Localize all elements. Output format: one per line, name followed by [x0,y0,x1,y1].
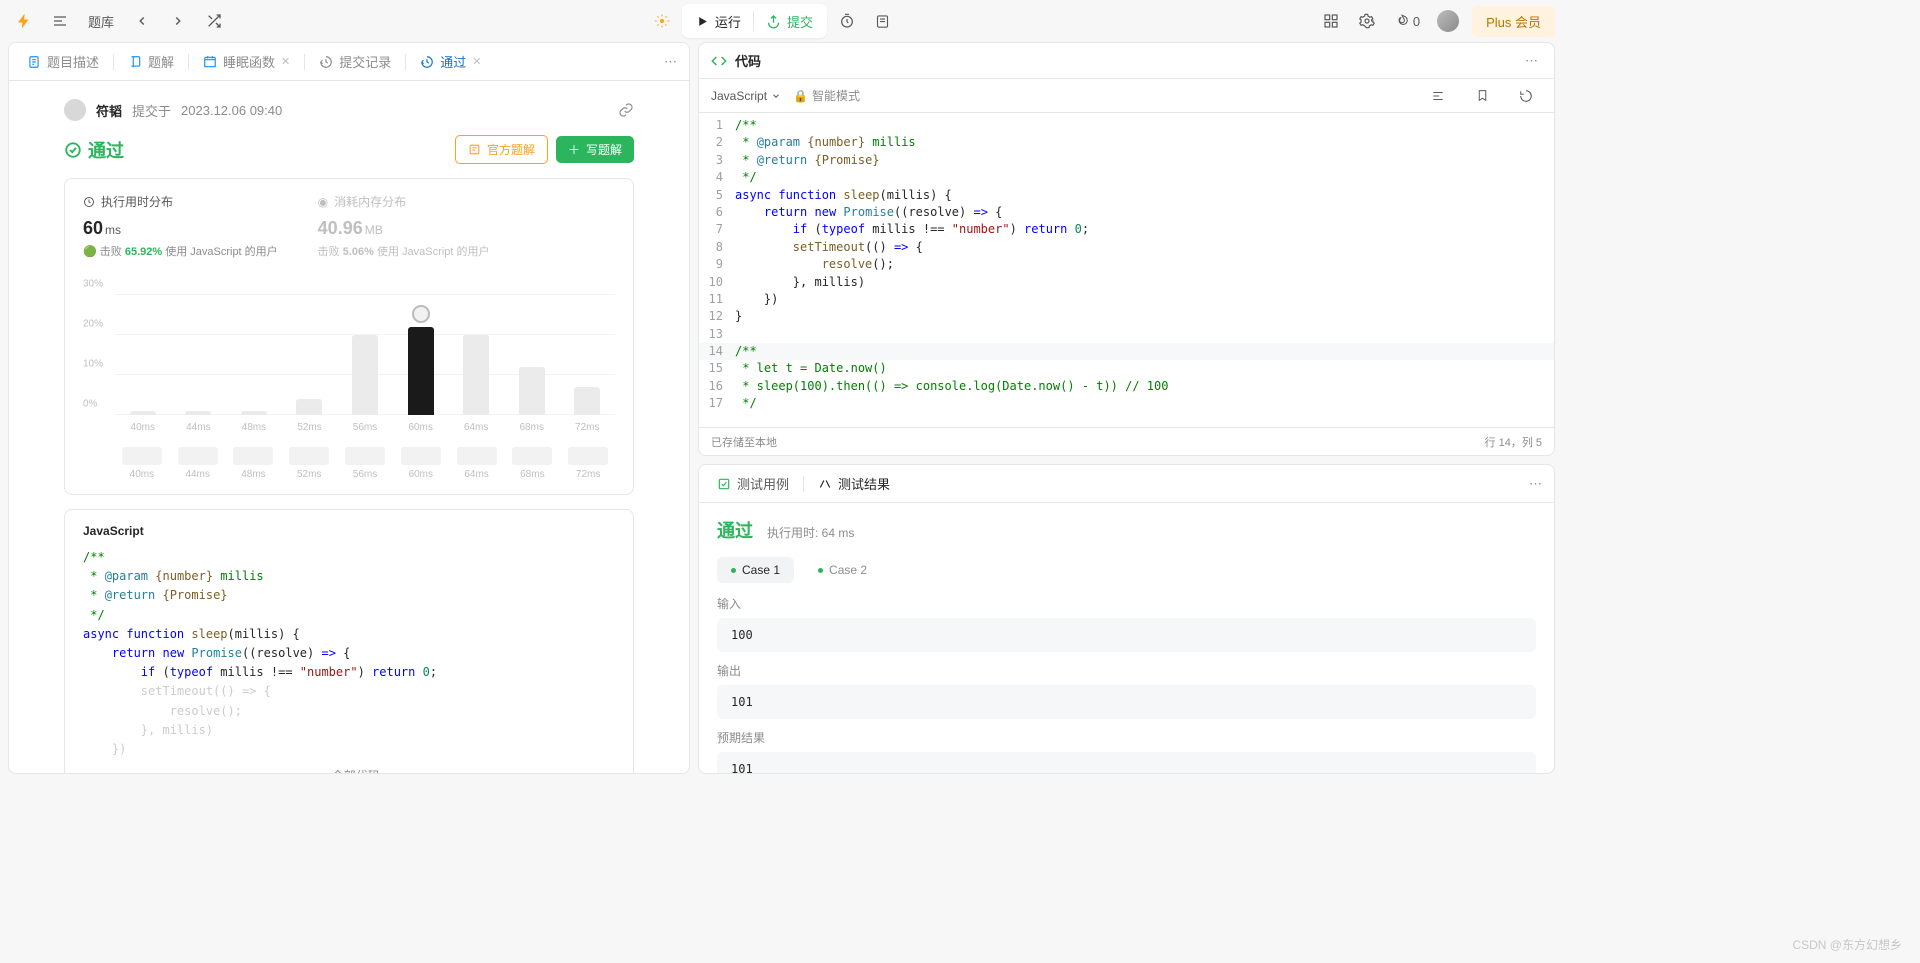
thumb[interactable]: 40ms [115,447,169,480]
more-icon[interactable]: ⋯ [660,50,681,74]
chart-bar[interactable] [408,327,434,415]
settings-icon[interactable] [1351,5,1383,37]
tab-testcases[interactable]: 测试用例 [707,465,799,503]
chart-bar[interactable] [574,387,600,415]
write-solution-button[interactable]: ＋ 写题解 [556,136,634,163]
chart-bar[interactable] [241,411,267,415]
case-tab[interactable]: Case 2 [804,557,881,583]
avatar[interactable] [1432,5,1464,37]
expand-code-button[interactable]: ⌄ 全部代码 [83,759,615,773]
tab-accepted[interactable]: 通过✕ [410,43,491,81]
logo-icon[interactable] [8,5,40,37]
close-icon[interactable]: ✕ [281,55,290,68]
distribution-card: 执行用时分布 60ms 🟢 击败 65.92% 使用 JavaScript 的用… [64,178,634,495]
username[interactable]: 符韬 [96,101,122,120]
streak-button[interactable]: 0 [1387,5,1428,37]
tab-problem[interactable]: 睡眠函数✕ [193,43,300,81]
close-icon[interactable]: ✕ [472,55,481,68]
left-body: 符韬 提交于 2023.12.06 09:40 通过 官方题解 ＋ 写题解 [9,81,689,773]
plus-badge[interactable]: Plus 会员 [1472,6,1555,37]
reset-icon[interactable] [1510,80,1542,112]
case-tab[interactable]: Case 1 [717,557,794,583]
timer-icon[interactable] [831,5,863,37]
code-preview-card: JavaScript /** * @param {number} millis … [64,509,634,773]
format-icon[interactable] [1422,80,1454,112]
thumb[interactable]: 56ms [338,447,392,480]
submission-header: 符韬 提交于 2023.12.06 09:40 [64,99,634,121]
chart-thumbnails: 40ms44ms48ms52ms56ms60ms64ms68ms72ms [115,447,615,480]
thumb[interactable]: 60ms [394,447,448,480]
saved-status: 已存储至本地 [711,434,777,450]
expected-value: 101 [717,752,1536,773]
user-avatar[interactable] [64,99,86,121]
next-problem-icon[interactable] [162,5,194,37]
memory-title: ◉ 消耗内存分布 [318,193,490,210]
code-lang-label: JavaScript [83,524,615,538]
cursor-pos: 行 14，列 5 [1485,434,1542,450]
top-bar: 题库 运行 提交 0 Plus 会员 [0,0,1563,42]
thumb[interactable]: 64ms [450,447,504,480]
left-panel: 题目描述 题解 睡眠函数✕ 提交记录 通过✕ ⋯ 符韬 提交于 2023.12.… [8,42,690,774]
input-label: 输入 [717,595,1536,612]
run-submit-pill: 运行 提交 [682,4,827,38]
memory-beat: 击败 5.06% 使用 JavaScript 的用户 [318,243,490,259]
runtime-value: 60 [83,218,103,238]
runtime-beat: 🟢 击败 65.92% 使用 JavaScript 的用户 [83,243,278,259]
run-button[interactable]: 运行 [684,6,753,36]
expected-label: 预期结果 [717,729,1536,746]
problems-link[interactable]: 题库 [80,5,122,37]
submit-time: 2023.12.06 09:40 [181,103,282,118]
chart-bar[interactable] [296,399,322,415]
left-tabstrip: 题目描述 题解 睡眠函数✕ 提交记录 通过✕ ⋯ [9,43,689,81]
submit-prefix: 提交于 [132,101,171,120]
chart-bar[interactable] [185,411,211,415]
layout-icon[interactable] [1315,5,1347,37]
toggle-sidebar-icon[interactable] [44,5,76,37]
code-panel: 代码 ⋯ JavaScript 🔒 智能模式 1/**2 * @param {n… [698,42,1555,456]
tab-submissions[interactable]: 提交记录 [309,43,401,81]
thumb[interactable]: 52ms [282,447,336,480]
bookmark-icon[interactable] [1466,80,1498,112]
tab-description[interactable]: 题目描述 [17,43,109,81]
thumb[interactable]: 72ms [561,447,615,480]
code-more-icon[interactable]: ⋯ [1521,49,1542,73]
result-more-icon[interactable]: ⋯ [1525,472,1546,496]
auto-mode[interactable]: 🔒 智能模式 [793,87,860,104]
chart-bar[interactable] [130,411,156,415]
tab-solution[interactable]: 题解 [118,43,184,81]
code-title: 代码 [711,51,761,70]
chart-bar[interactable] [463,335,489,415]
runtime-chart: 0%10%20%30%40ms44ms48ms52ms56ms60ms64ms6… [83,279,615,439]
thumb[interactable]: 68ms [505,447,559,480]
submit-button[interactable]: 提交 [754,6,825,36]
prev-problem-icon[interactable] [126,5,158,37]
language-select[interactable]: JavaScript [711,89,781,103]
result-status: 通过 [717,517,753,543]
debug-icon[interactable] [646,5,678,37]
watermark: CSDN @东方幻想乡 [1792,936,1902,953]
notes-icon[interactable] [867,5,899,37]
code-editor[interactable]: 1/**2 * @param {number} millis3 * @retur… [699,113,1554,427]
chart-bar[interactable] [519,367,545,415]
input-value: 100 [717,618,1536,652]
shuffle-icon[interactable] [198,5,230,37]
chart-marker-avatar [412,305,430,323]
memory-value: 40.96 [318,218,363,238]
thumb[interactable]: 44ms [171,447,225,480]
output-label: 输出 [717,662,1536,679]
status-pass: 通过 [64,137,124,163]
tab-testresults[interactable]: 测试结果 [808,465,900,503]
thumb[interactable]: 48ms [227,447,281,480]
result-panel: 测试用例 测试结果 ⋯ 通过 执行用时: 64 ms Case 1Case 2 … [698,464,1555,774]
output-value: 101 [717,685,1536,719]
chart-bar[interactable] [352,335,378,415]
result-runtime: 执行用时: 64 ms [767,524,854,541]
official-solution-button[interactable]: 官方题解 [455,135,548,164]
link-icon[interactable] [618,102,634,118]
runtime-title: 执行用时分布 [83,193,278,210]
